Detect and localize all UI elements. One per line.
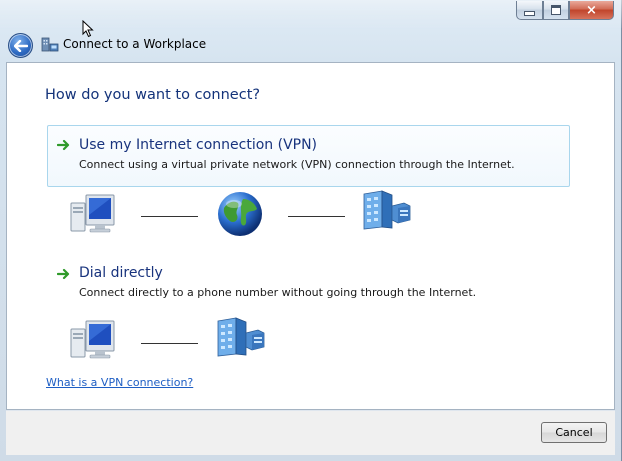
- green-arrow-icon: [57, 268, 70, 280]
- connector-line: [141, 343, 198, 344]
- main-instruction: How do you want to connect?: [45, 87, 261, 103]
- server-icon: [363, 190, 411, 230]
- option-vpn[interactable]: [47, 125, 570, 187]
- mouse-cursor-icon: [82, 20, 94, 38]
- close-button[interactable]: ×: [569, 1, 614, 20]
- server-icon: [217, 317, 265, 357]
- computer-icon: [70, 194, 115, 233]
- connector-line: [288, 216, 345, 217]
- cancel-button[interactable]: Cancel: [541, 422, 607, 443]
- back-arrow-icon: [13, 39, 28, 52]
- computer-icon: [70, 320, 115, 359]
- workplace-network-icon: [41, 37, 59, 52]
- green-arrow-icon: [57, 139, 70, 151]
- vpn-help-link[interactable]: What is a VPN connection?: [46, 376, 193, 389]
- globe-icon: [218, 192, 262, 236]
- footer-bar: [6, 411, 615, 455]
- minimize-icon: [524, 10, 535, 16]
- option-vpn-description: Connect using a virtual private network …: [79, 158, 515, 171]
- option-dial-title: Dial directly: [79, 265, 163, 281]
- back-button[interactable]: [8, 33, 33, 58]
- option-dial-description: Connect directly to a phone number witho…: [79, 286, 477, 299]
- maximize-button[interactable]: [543, 1, 569, 20]
- maximize-icon: [551, 5, 561, 15]
- window-title: Connect to a Workplace: [63, 37, 207, 51]
- option-vpn-title: Use my Internet connection (VPN): [79, 137, 318, 153]
- minimize-button[interactable]: [516, 1, 543, 20]
- close-icon: ×: [586, 2, 597, 18]
- connector-line: [141, 216, 198, 217]
